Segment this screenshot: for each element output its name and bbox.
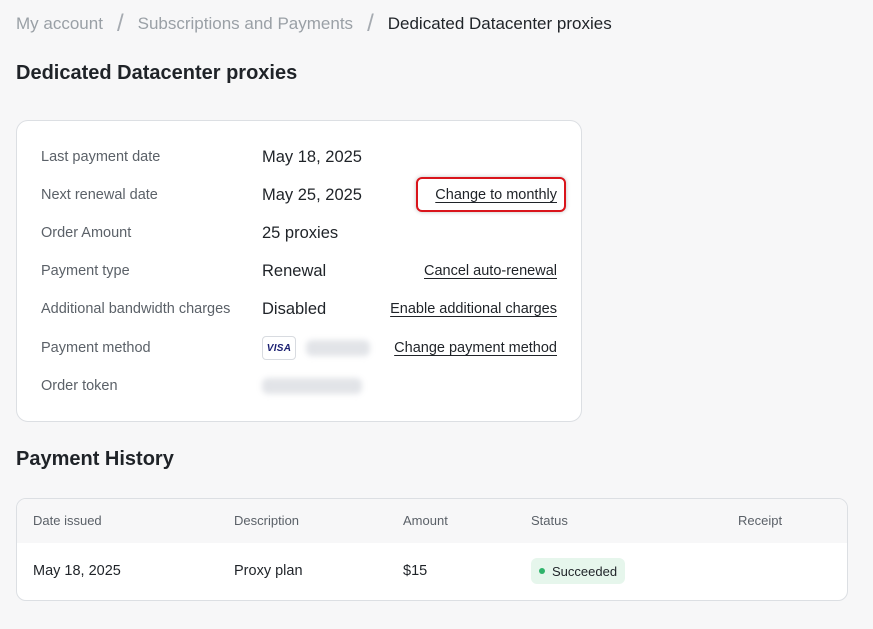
next-renewal-value: May 25, 2025 xyxy=(262,185,362,204)
breadcrumb-current: Dedicated Datacenter proxies xyxy=(387,14,612,33)
next-renewal-label: Next renewal date xyxy=(41,187,158,203)
order-amount-value: 25 proxies xyxy=(262,223,339,242)
status-dot-icon xyxy=(539,568,545,574)
masked-order-token xyxy=(262,378,362,394)
detail-row-order-token: Order token xyxy=(41,374,557,398)
payment-type-label: Payment type xyxy=(41,263,130,279)
breadcrumb-separator: / xyxy=(116,10,124,37)
bandwidth-value: Disabled xyxy=(262,299,327,318)
column-header-date: Date issued xyxy=(33,513,102,528)
page-title: Dedicated Datacenter proxies xyxy=(16,62,298,84)
change-payment-method-link[interactable]: Change payment method xyxy=(394,340,557,356)
last-payment-value: May 18, 2025 xyxy=(262,147,362,166)
payment-method-label: Payment method xyxy=(41,340,151,356)
order-amount-label: Order Amount xyxy=(41,225,132,241)
status-badge: Succeeded xyxy=(531,558,626,584)
detail-row-order-amount: Order Amount 25 proxies xyxy=(41,221,557,245)
row-description: Proxy plan xyxy=(234,563,303,579)
column-header-amount: Amount xyxy=(403,513,448,528)
order-token-value xyxy=(262,378,362,394)
visa-card-icon: VISA xyxy=(262,336,296,360)
payment-history-table: Date issued Description Amount Status Re… xyxy=(16,498,848,601)
change-to-monthly-link[interactable]: Change to monthly xyxy=(435,187,557,203)
masked-card-number xyxy=(306,340,370,356)
column-header-description: Description xyxy=(234,513,300,528)
cancel-auto-renewal-link[interactable]: Cancel auto-renewal xyxy=(424,263,557,279)
enable-additional-charges-link[interactable]: Enable additional charges xyxy=(390,301,557,317)
table-header: Date issued Description Amount Status Re… xyxy=(17,499,847,543)
payment-history-title: Payment History xyxy=(16,448,174,470)
last-payment-label: Last payment date xyxy=(41,149,161,165)
breadcrumb: My account / Subscriptions and Payments … xyxy=(16,10,612,37)
detail-row-bandwidth: Additional bandwidth charges Disabled En… xyxy=(41,297,557,321)
row-amount: $15 xyxy=(403,563,428,579)
breadcrumb-my-account[interactable]: My account xyxy=(16,14,103,34)
subscription-details-card: Last payment date May 18, 2025 Next rene… xyxy=(16,120,582,422)
payment-type-value: Renewal xyxy=(262,261,327,280)
detail-row-payment-method: Payment method VISA Change payment metho… xyxy=(41,336,557,360)
detail-row-payment-type: Payment type Renewal Cancel auto-renewal xyxy=(41,259,557,283)
bandwidth-label: Additional bandwidth charges xyxy=(41,301,231,317)
status-text: Succeeded xyxy=(552,563,618,579)
column-header-status: Status xyxy=(531,513,568,528)
payment-method-value: VISA xyxy=(262,336,370,360)
row-date: May 18, 2025 xyxy=(33,563,121,579)
breadcrumb-subscriptions[interactable]: Subscriptions and Payments xyxy=(138,14,353,34)
order-token-label: Order token xyxy=(41,378,118,394)
column-header-receipt: Receipt xyxy=(738,513,783,528)
detail-row-last-payment: Last payment date May 18, 2025 xyxy=(41,145,557,169)
detail-row-next-renewal: Next renewal date May 25, 2025 Change to… xyxy=(41,177,566,212)
breadcrumb-separator: / xyxy=(367,10,374,37)
